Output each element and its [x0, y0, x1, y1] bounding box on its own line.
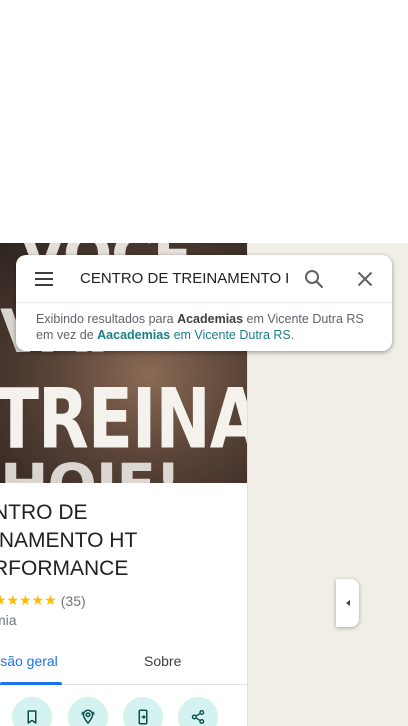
action-buttons	[0, 697, 247, 726]
place-title-line-2: INAMENTO HT	[0, 529, 138, 552]
review-count[interactable]: (35)	[61, 593, 86, 609]
search-icon	[305, 270, 324, 289]
collapse-panel-button[interactable]	[336, 579, 359, 627]
search-card: CENTRO DE TREINAMENTO HT Exibindo result…	[16, 255, 392, 351]
instead-suffix: .	[290, 328, 295, 342]
search-button[interactable]	[302, 267, 326, 291]
showing-results-prefix: Exibindo resultados para	[36, 312, 178, 326]
send-to-phone-icon	[138, 709, 148, 725]
place-title-line-3: RFORMANCE	[0, 557, 129, 580]
place-category[interactable]: mia	[0, 612, 17, 628]
share-button[interactable]	[178, 697, 218, 726]
menu-button[interactable]	[32, 267, 56, 291]
original-query-link[interactable]: Aacademias em Vicente Dutra RS	[97, 328, 291, 342]
nearby-button[interactable]	[68, 697, 108, 726]
caret-left-icon	[345, 600, 350, 606]
bookmark-icon	[27, 710, 37, 724]
blank-area	[0, 0, 408, 243]
clear-search-button[interactable]	[353, 267, 377, 291]
share-icon	[191, 710, 205, 724]
showing-results-term: Academias	[177, 312, 244, 326]
instead-prefix: em vez de	[36, 328, 98, 342]
original-query-term: Aacademias	[97, 328, 171, 342]
send-to-phone-button[interactable]	[123, 697, 163, 726]
close-icon	[357, 271, 373, 287]
rating-stars-icon: ★★★★★	[0, 592, 57, 608]
rating-row[interactable]: ★★★★★ (35)	[0, 592, 86, 609]
spelling-correction-notice: Exibindo resultados para Academias em Vi…	[36, 311, 376, 343]
active-tab-indicator	[0, 682, 62, 685]
place-tabs: Visão geral Sobre	[0, 641, 247, 685]
photo-text-line-4: HOJE!	[0, 451, 181, 483]
original-query-location: em Vicente Dutra RS	[170, 328, 291, 342]
place-title-line-1: NTRO DE	[0, 501, 88, 524]
place-title: NTRO DE INAMENTO HT RFORMANCE	[0, 499, 243, 583]
nearby-pin-icon	[81, 709, 95, 725]
tab-about[interactable]: Sobre	[144, 653, 181, 669]
hamburger-menu-icon	[35, 272, 53, 286]
tab-overview[interactable]: Visão geral	[0, 653, 58, 669]
search-bar: CENTRO DE TREINAMENTO HT	[16, 255, 392, 303]
showing-results-location: em Vicente Dutra RS	[243, 312, 364, 326]
search-input[interactable]: CENTRO DE TREINAMENTO HT	[80, 267, 288, 291]
save-button[interactable]	[12, 697, 52, 726]
